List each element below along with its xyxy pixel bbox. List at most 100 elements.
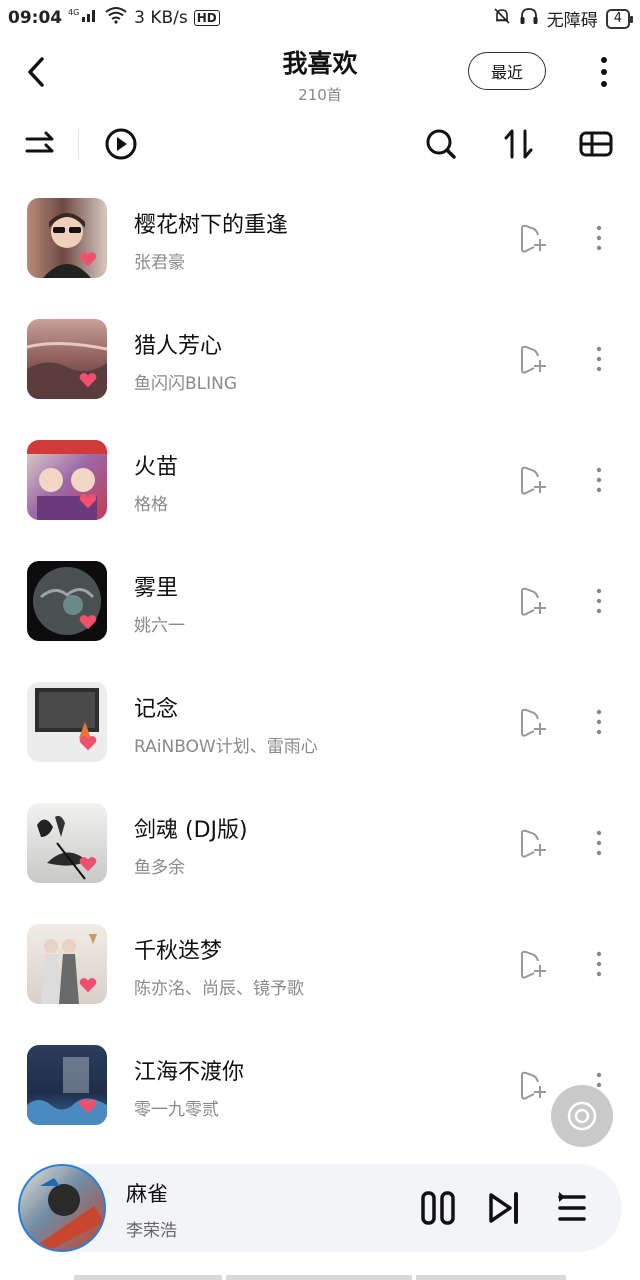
vertical-dots-icon: [596, 467, 602, 493]
add-music-icon: [521, 950, 546, 979]
album-cover: [27, 924, 107, 1004]
album-cover: [27, 561, 107, 641]
song-artist: RAiNBOW计划、雷雨心: [134, 737, 318, 757]
heart-icon: [79, 736, 97, 751]
song-title: 猎人芳心: [134, 334, 223, 359]
song-more-button[interactable]: [590, 950, 608, 978]
heart-icon: [79, 494, 97, 509]
song-row[interactable]: 猎人芳心 鱼闪闪BLING: [0, 299, 640, 420]
add-to-playlist-button[interactable]: [518, 1069, 548, 1101]
song-artist: 鱼多余: [134, 858, 185, 878]
add-to-playlist-button[interactable]: [518, 948, 548, 980]
sort-button[interactable]: [501, 126, 537, 162]
song-row[interactable]: 剑魂 (DJ版) 鱼多余: [0, 783, 640, 904]
sort-icon: [504, 129, 533, 159]
add-to-playlist-button[interactable]: [518, 343, 548, 375]
add-to-playlist-button[interactable]: [518, 827, 548, 859]
next-track-button[interactable]: [484, 1188, 524, 1228]
song-row[interactable]: 江海不渡你 零一九零贰: [0, 1025, 640, 1146]
song-more-button[interactable]: [590, 587, 608, 615]
battery-indicator: 4: [605, 8, 634, 29]
song-more-button[interactable]: [590, 708, 608, 736]
add-music-icon: [521, 345, 546, 374]
song-title: 记念: [134, 697, 179, 722]
song-artist: 陈亦洺、尚辰、镜予歌: [134, 979, 304, 999]
add-music-icon: [521, 587, 546, 616]
vertical-dots-icon: [596, 588, 602, 614]
header: 我喜欢 210首 最近: [0, 38, 640, 108]
heart-icon: [79, 857, 97, 872]
pause-button[interactable]: [418, 1188, 458, 1228]
network-speed: 3 KB/s: [134, 7, 188, 28]
bottom-indicator-segment: [416, 1275, 566, 1280]
grid-view-icon: [579, 131, 613, 157]
playlist-queue-button[interactable]: [552, 1188, 592, 1228]
now-playing-artist: 李荣浩: [126, 1221, 177, 1241]
headphones-icon: [519, 7, 539, 30]
song-more-button[interactable]: [590, 224, 608, 252]
shuffle-button[interactable]: [22, 126, 58, 162]
view-toggle-button[interactable]: [578, 126, 614, 162]
more-options-button[interactable]: [592, 54, 616, 90]
add-music-icon: [521, 829, 546, 858]
album-cover: [27, 440, 107, 520]
song-title: 樱花树下的重逢: [134, 213, 289, 238]
toolbar: [0, 120, 640, 168]
status-left: 09:04 4G 3 KB/s HD: [8, 6, 220, 29]
now-playing-bar[interactable]: 麻雀 李荣浩: [18, 1164, 622, 1252]
song-title: 雾里: [134, 576, 179, 601]
add-to-playlist-button[interactable]: [518, 222, 548, 254]
song-row[interactable]: 雾里 姚六一: [0, 541, 640, 662]
heart-icon: [79, 615, 97, 630]
song-more-button[interactable]: [590, 829, 608, 857]
add-music-icon: [521, 224, 546, 253]
pause-icon: [421, 1191, 455, 1225]
toolbar-divider: [78, 130, 79, 158]
song-more-button[interactable]: [590, 345, 608, 373]
album-cover: [27, 803, 107, 883]
song-more-button[interactable]: [590, 466, 608, 494]
wifi-icon: [104, 6, 128, 29]
album-cover: [27, 682, 107, 762]
play-all-button[interactable]: [103, 126, 139, 162]
add-to-playlist-button[interactable]: [518, 706, 548, 738]
search-button[interactable]: [423, 126, 459, 162]
vertical-dots-icon: [596, 346, 602, 372]
song-title: 江海不渡你: [134, 1060, 245, 1085]
playlist-icon: [558, 1192, 586, 1221]
status-time: 09:04: [8, 7, 63, 28]
add-to-playlist-button[interactable]: [518, 585, 548, 617]
album-cover: [27, 1045, 107, 1125]
song-artist: 格格: [134, 495, 168, 515]
target-icon: [567, 1101, 597, 1131]
album-cover: [27, 319, 107, 399]
bottom-indicator-segment: [74, 1275, 222, 1280]
heart-icon: [79, 978, 97, 993]
song-row[interactable]: 记念 RAiNBOW计划、雷雨心: [0, 662, 640, 783]
song-title: 剑魂 (DJ版): [134, 818, 248, 843]
shuffle-icon: [25, 131, 54, 153]
bottom-indicator-segment: [226, 1275, 412, 1280]
song-artist: 零一九零贰: [134, 1100, 219, 1120]
vertical-dots-icon: [596, 951, 602, 977]
now-playing-cover[interactable]: [18, 1164, 106, 1252]
heart-icon: [79, 373, 97, 388]
heart-icon: [79, 252, 97, 267]
add-music-icon: [521, 708, 546, 737]
floating-assist-button[interactable]: [551, 1085, 613, 1147]
add-to-playlist-button[interactable]: [518, 464, 548, 496]
skip-next-icon: [489, 1192, 518, 1224]
now-playing-title: 麻雀: [126, 1182, 168, 1206]
song-row[interactable]: 千秋迭梦 陈亦洺、尚辰、镜予歌: [0, 904, 640, 1025]
status-right: 无障碍 4: [493, 6, 634, 31]
song-artist: 鱼闪闪BLING: [134, 374, 238, 394]
song-artist: 姚六一: [134, 616, 185, 636]
song-artist: 张君豪: [134, 253, 185, 273]
song-row[interactable]: 火苗 格格: [0, 420, 640, 541]
search-icon: [426, 129, 456, 159]
recent-button[interactable]: 最近: [468, 52, 546, 90]
song-title: 火苗: [134, 455, 179, 480]
mute-bell-icon: [493, 7, 511, 30]
song-row[interactable]: 樱花树下的重逢 张君豪: [0, 178, 640, 299]
vertical-dots-icon: [601, 57, 607, 87]
